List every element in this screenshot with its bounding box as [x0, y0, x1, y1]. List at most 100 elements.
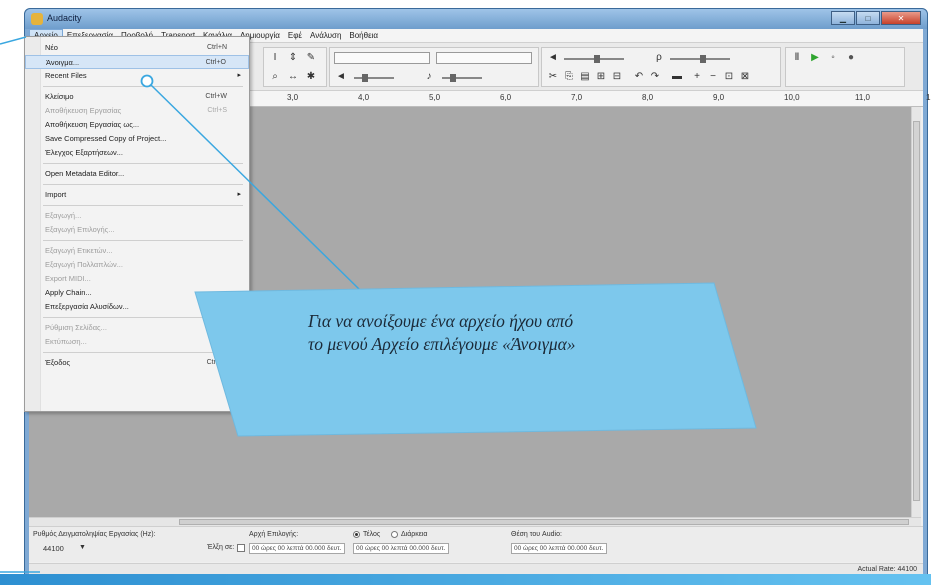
minimize-button[interactable]: ▁ — [831, 11, 855, 25]
cut-icon[interactable]: ✂ — [546, 70, 560, 84]
end-radio[interactable] — [353, 531, 360, 538]
vertical-scrollbar[interactable] — [911, 107, 921, 517]
file-menu-item[interactable]: Import ▸ — [25, 188, 249, 202]
file-menu-item[interactable]: Apply Chain... — [25, 286, 249, 300]
zoom-in-icon[interactable]: + — [690, 70, 704, 84]
close-window-button[interactable]: ✕ — [881, 11, 921, 25]
snap-to-label: Έλξη σε: — [207, 544, 235, 551]
fit-selection-icon[interactable]: ⊡ — [722, 70, 736, 84]
silence-icon[interactable]: ⊟ — [610, 70, 624, 84]
file-menu-item-label: Export MIDI... — [45, 274, 91, 283]
file-menu-item[interactable]: Export MIDI... — [25, 272, 249, 286]
ruler-tick-label: 6,0 — [500, 93, 512, 102]
record-meter[interactable] — [436, 52, 532, 64]
file-menu-item-shortcut: Ctrl+Q — [206, 359, 227, 366]
file-menu-item-label: Import — [45, 190, 67, 199]
record-volume-slider[interactable] — [442, 74, 482, 82]
selection-toolbar: Ρυθμός Δειγματοληψίας Εργασίας (Hz): 441… — [29, 526, 923, 562]
trim-icon[interactable]: ⊞ — [594, 70, 608, 84]
play-icon[interactable]: ▶ — [808, 51, 822, 65]
ruler-tick-label: 11,0 — [855, 93, 870, 102]
paste-icon[interactable]: ▤ — [578, 70, 592, 84]
bottom-accent-bar — [0, 574, 931, 585]
file-menu-item-label: Εκτύπωση... — [45, 337, 87, 346]
file-menu-item-label: Εξαγωγή Πολλαπλών... — [45, 260, 123, 269]
redo-icon[interactable]: ↷ — [648, 70, 662, 84]
file-menu-item-label: Εξαγωγή Ετικετών... — [45, 246, 113, 255]
copy-icon[interactable]: ⎘ — [562, 70, 576, 84]
timeshift-tool-icon[interactable]: ↔ — [286, 70, 300, 84]
rate-dropdown-icon[interactable]: ▼ — [79, 544, 86, 551]
submenu-arrow-icon: ▸ — [237, 191, 241, 198]
playback-volume-slider[interactable] — [354, 74, 394, 82]
horizontal-scrollbar[interactable] — [29, 517, 921, 526]
file-menu-item-label: Ρύθμιση Σελίδας... — [45, 323, 107, 332]
maximize-button[interactable]: □ — [856, 11, 880, 25]
selection-tool-icon[interactable]: I — [268, 51, 282, 65]
file-menu-dropdown: Νέο Ctrl+N Άνοιγμα... Ctrl+O Recent Files ▸ Κλ… — [24, 36, 250, 412]
playback-meter[interactable] — [334, 52, 430, 64]
selection-end-field[interactable]: 00 ώρες 00 λεπτά 00.000 δευτ. — [353, 543, 449, 554]
undo-icon[interactable]: ↶ — [632, 70, 646, 84]
file-menu-item[interactable]: Εξαγωγή Πολλαπλών... — [25, 258, 249, 272]
file-menu-item[interactable]: Εκτύπωση... — [25, 335, 249, 349]
selection-start-label: Αρχή Επιλογής: — [249, 531, 299, 538]
actual-rate-status: Actual Rate: 44100 — [857, 566, 917, 573]
menu-separator — [43, 352, 243, 353]
ruler-tick-label: 5,0 — [429, 93, 441, 102]
file-menu-item-label: Άνοιγμα... — [46, 58, 80, 67]
vertical-scroll-thumb[interactable] — [913, 121, 920, 501]
record-icon[interactable]: ● — [844, 51, 858, 65]
file-menu-item[interactable]: Έξοδος Ctrl+Q — [25, 356, 249, 370]
selection-start-field[interactable]: 00 ώρες 00 λεπτά 00.000 δευτ. — [249, 543, 345, 554]
file-menu-item[interactable]: Ρύθμιση Σελίδας... — [25, 321, 249, 335]
zoom-out-icon[interactable]: − — [706, 70, 720, 84]
menu-separator — [43, 86, 243, 87]
file-menu-item[interactable]: Άνοιγμα... Ctrl+O — [25, 55, 249, 69]
length-radio[interactable] — [391, 531, 398, 538]
envelope-tool-icon[interactable]: ⇕ — [286, 51, 300, 65]
menu-separator — [43, 317, 243, 318]
menu-separator — [43, 163, 243, 164]
tools-toolbar: I ⇕ ✎ ⌕ ↔ ✱ — [263, 47, 327, 87]
ruler-tick-label: 9,0 — [713, 93, 725, 102]
audio-position-field[interactable]: 00 ώρες 00 λεπτά 00.000 δευτ. — [511, 543, 607, 554]
callout-line-1: Για να ανοίξουμε ένα αρχείο ήχου από — [308, 311, 574, 331]
file-menu-item[interactable]: Νέο Ctrl+N — [25, 41, 249, 55]
audacity-app-icon — [31, 13, 43, 25]
file-menu-item[interactable]: Εξαγωγή Επιλογής... — [25, 223, 249, 237]
project-rate-label: Ρυθμός Δειγματοληψίας Εργασίας (Hz): — [33, 531, 156, 538]
window-controls: ▁ □ ✕ — [831, 11, 921, 25]
stop-icon[interactable]: ◦ — [826, 51, 840, 65]
callout-text: Για να ανοίξουμε ένα αρχείο ήχου από το … — [308, 310, 708, 356]
file-menu-item[interactable]: Save Compressed Copy of Project... — [25, 132, 249, 146]
ruler-tick-label: 10,0 — [784, 93, 800, 102]
file-menu-item[interactable]: Αποθήκευση Εργασίας ως... — [25, 118, 249, 132]
file-menu-item[interactable]: Κλείσιμο Ctrl+W — [25, 90, 249, 104]
menu-8[interactable]: Βοήθεια — [345, 29, 382, 42]
sync-lock-icon[interactable]: ▬ — [670, 70, 684, 84]
file-menu-item-shortcut: Ctrl+W — [205, 93, 227, 100]
file-menu-item[interactable]: Open Metadata Editor... — [25, 167, 249, 181]
file-menu-item[interactable]: Εξαγωγή... — [25, 209, 249, 223]
file-menu-item[interactable]: Έλεγχος Εξαρτήσεων... — [25, 146, 249, 160]
fit-project-icon[interactable]: ⊠ — [738, 70, 752, 84]
transport-toolbar: Ⅱ ▶ ◦ ● — [785, 47, 905, 87]
file-menu-item[interactable]: Αποθήκευση Εργασίας Ctrl+S — [25, 104, 249, 118]
horizontal-scroll-thumb[interactable] — [179, 519, 909, 525]
file-menu-item[interactable]: Εξαγωγή Ετικετών... — [25, 244, 249, 258]
menu-6[interactable]: Εφέ — [284, 29, 306, 42]
zoom-tool-icon[interactable]: ⌕ — [268, 70, 282, 84]
menu-7[interactable]: Ανάλυση — [306, 29, 345, 42]
output-volume-slider[interactable] — [564, 55, 624, 63]
pause-icon[interactable]: Ⅱ — [790, 51, 804, 65]
draw-tool-icon[interactable]: ✎ — [304, 51, 318, 65]
multi-tool-icon[interactable]: ✱ — [304, 70, 318, 84]
file-menu-item[interactable]: Recent Files ▸ — [25, 69, 249, 83]
file-menu-item[interactable]: Επεξεργασία Αλυσίδων... — [25, 300, 249, 314]
input-volume-slider[interactable] — [670, 55, 730, 63]
project-rate-value[interactable]: 44100 — [43, 544, 64, 553]
window-title: Audacity — [47, 13, 82, 23]
ruler-tick-label: 4,0 — [358, 93, 370, 102]
snap-to-checkbox[interactable] — [237, 544, 245, 552]
